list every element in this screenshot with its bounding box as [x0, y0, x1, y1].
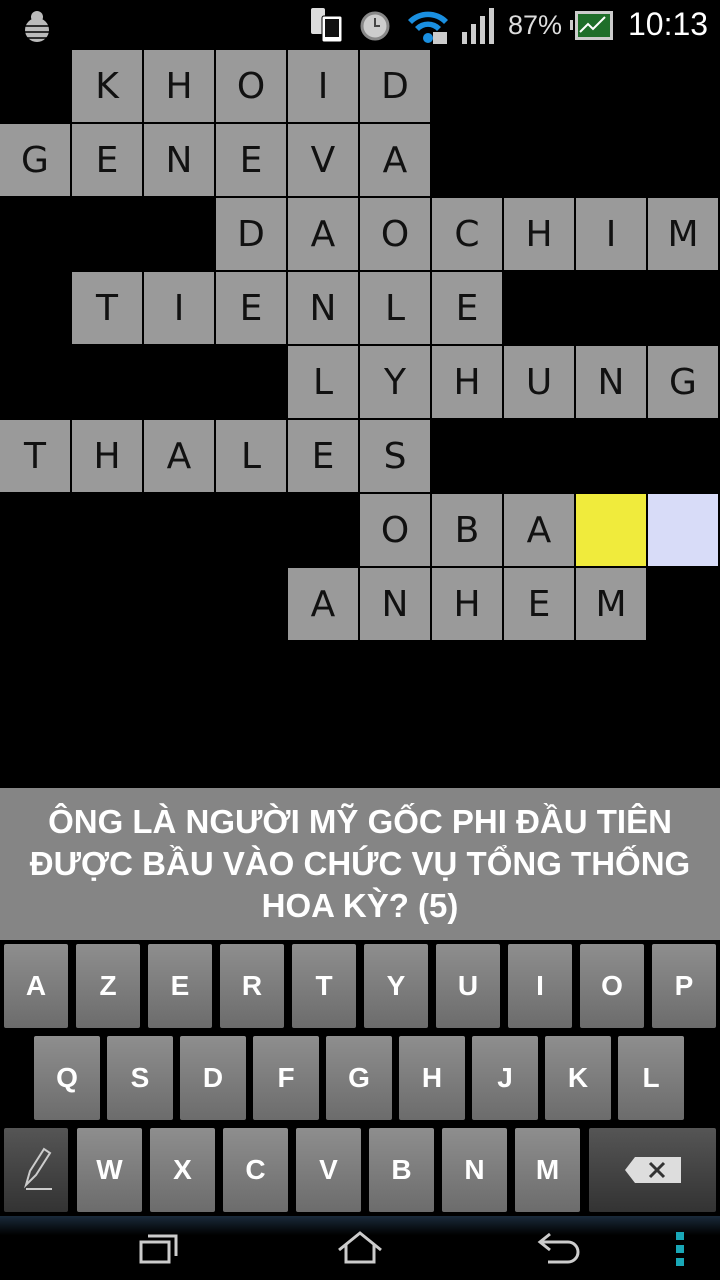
grid-cell[interactable]: I [576, 198, 646, 270]
grid-cell[interactable]: H [432, 568, 502, 640]
grid-cell[interactable]: V [288, 124, 358, 196]
key-c[interactable]: C [223, 1128, 288, 1212]
wifi-lock-icon [408, 11, 448, 44]
key-h[interactable]: H [399, 1036, 465, 1120]
home-icon[interactable] [336, 1230, 384, 1266]
clue-text: ÔNG LÀ NGƯỜI MỸ GỐC PHI ĐẦU TIÊN ĐƯỢC BẦ… [0, 788, 720, 940]
recent-apps-icon[interactable] [138, 1232, 182, 1266]
key-l[interactable]: L [618, 1036, 684, 1120]
grid-cell[interactable]: D [216, 198, 286, 270]
grid-cell[interactable]: H [72, 420, 142, 492]
grid-cell[interactable]: M [576, 568, 646, 640]
cell-cursor[interactable] [648, 494, 718, 566]
battery-icon [570, 11, 613, 40]
alarm-icon [360, 11, 390, 41]
grid-cell[interactable]: O [360, 494, 430, 566]
grid-cell[interactable]: H [504, 198, 574, 270]
key-v[interactable]: V [296, 1128, 361, 1212]
key-n[interactable]: N [442, 1128, 507, 1212]
status-bar: 87% 10:13 [0, 0, 720, 50]
grid-cell[interactable]: E [216, 124, 286, 196]
battery-percent: 87% [508, 10, 563, 40]
grid-cell[interactable]: C [432, 198, 502, 270]
grid-cell[interactable]: I [144, 272, 214, 344]
pen-icon [23, 1147, 52, 1190]
key-b[interactable]: B [369, 1128, 434, 1212]
grid-cell[interactable]: N [360, 568, 430, 640]
grid-cell[interactable]: A [144, 420, 214, 492]
grid-cell[interactable]: T [0, 420, 70, 492]
grid-cell[interactable]: O [360, 198, 430, 270]
grid-cell[interactable]: G [648, 346, 718, 418]
debug-bug-icon [22, 11, 52, 42]
key-g[interactable]: G [326, 1036, 392, 1120]
grid-cell[interactable]: G [0, 124, 70, 196]
grid-cell[interactable]: L [216, 420, 286, 492]
key-s[interactable]: S [107, 1036, 173, 1120]
crossword-grid: KHOIDGENEVADAOCHIMTIENLELYHUNGTHALESOBAA… [0, 50, 720, 790]
grid-cell[interactable]: E [216, 272, 286, 344]
key-w[interactable]: W [77, 1128, 142, 1212]
grid-cell[interactable]: M [648, 198, 718, 270]
key-e[interactable]: E [148, 944, 212, 1028]
key-a[interactable]: A [4, 944, 68, 1028]
grid-cell[interactable]: I [288, 50, 358, 122]
key-y[interactable]: Y [364, 944, 428, 1028]
key-m[interactable]: M [515, 1128, 580, 1212]
grid-cell[interactable]: A [504, 494, 574, 566]
navigation-bar [0, 1216, 720, 1280]
grid-cell[interactable]: Y [360, 346, 430, 418]
clock: 10:13 [628, 6, 709, 42]
grid-cell[interactable]: D [360, 50, 430, 122]
grid-cell[interactable]: T [72, 272, 142, 344]
backspace-key[interactable] [589, 1128, 716, 1212]
key-f[interactable]: F [253, 1036, 319, 1120]
menu-icon[interactable] [674, 1232, 686, 1268]
key-r[interactable]: R [220, 944, 284, 1028]
grid-cell[interactable]: A [288, 568, 358, 640]
key-t[interactable]: T [292, 944, 356, 1028]
keyboard: AZERTYUIOP QSDFGHJKL WXCVBNM [0, 940, 720, 1216]
grid-cell[interactable]: E [72, 124, 142, 196]
grid-cell[interactable]: E [504, 568, 574, 640]
signal-icon [462, 8, 494, 44]
grid-cell[interactable]: L [360, 272, 430, 344]
backspace-icon [624, 1157, 681, 1183]
grid-cell[interactable]: A [288, 198, 358, 270]
grid-cell[interactable]: U [504, 346, 574, 418]
grid-cell[interactable]: E [288, 420, 358, 492]
key-i[interactable]: I [508, 944, 572, 1028]
key-x[interactable]: X [150, 1128, 215, 1212]
grid-cell[interactable]: A [360, 124, 430, 196]
handwriting-key[interactable] [4, 1128, 68, 1212]
grid-cell[interactable]: B [432, 494, 502, 566]
back-icon[interactable] [536, 1230, 582, 1266]
phone-sync-icon [311, 8, 343, 43]
key-u[interactable]: U [436, 944, 500, 1028]
grid-cell[interactable]: O [216, 50, 286, 122]
key-j[interactable]: J [472, 1036, 538, 1120]
key-q[interactable]: Q [34, 1036, 100, 1120]
key-d[interactable]: D [180, 1036, 246, 1120]
grid-cell[interactable]: S [360, 420, 430, 492]
grid-cell[interactable]: N [144, 124, 214, 196]
key-o[interactable]: O [580, 944, 644, 1028]
key-z[interactable]: Z [76, 944, 140, 1028]
grid-cell[interactable]: N [288, 272, 358, 344]
grid-cell[interactable]: H [432, 346, 502, 418]
key-p[interactable]: P [652, 944, 716, 1028]
grid-cell[interactable]: H [144, 50, 214, 122]
grid-cell[interactable]: N [576, 346, 646, 418]
grid-cell[interactable]: K [72, 50, 142, 122]
cell-active[interactable] [576, 494, 646, 566]
key-k[interactable]: K [545, 1036, 611, 1120]
grid-cell[interactable]: L [288, 346, 358, 418]
grid-cell[interactable]: E [432, 272, 502, 344]
